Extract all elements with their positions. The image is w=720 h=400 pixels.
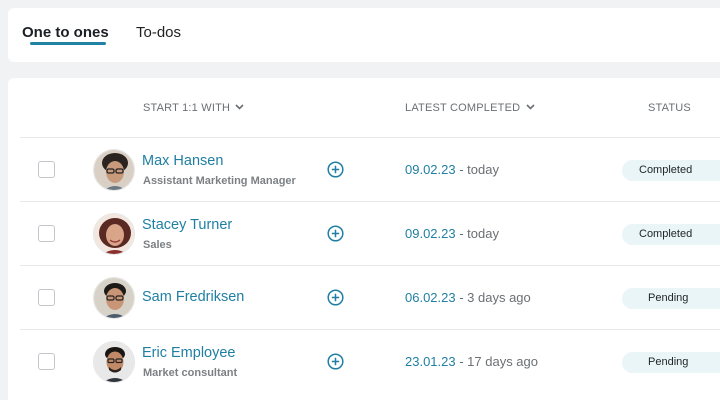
employee-role: Sales (143, 239, 172, 251)
avatar (93, 277, 135, 319)
employee-role: Market consultant (143, 367, 238, 379)
date-value: 23.01.23 (405, 354, 456, 369)
table-row: Max Hansen Assistant Marketing Manager 0… (20, 137, 720, 201)
column-header-start-with[interactable]: START 1:1 WITH (143, 102, 244, 114)
tab-one-to-ones[interactable]: One to ones (22, 24, 109, 41)
status-badge: Pending (622, 352, 720, 373)
date-relative: - today (455, 226, 499, 241)
tabs-bar: One to ones To-dos (8, 8, 720, 62)
tab-to-dos[interactable]: To-dos (136, 24, 181, 41)
one-to-ones-table: START 1:1 WITH LATEST COMPLETED STATUS M… (8, 78, 720, 400)
plus-circle-icon[interactable] (327, 161, 344, 178)
date-value: 06.02.23 (405, 290, 456, 305)
date-relative: - 17 days ago (455, 354, 538, 369)
row-checkbox[interactable] (38, 161, 55, 178)
status-badge: Completed (622, 160, 720, 181)
table-row: Eric Employee Market consultant 23.01.23… (20, 329, 720, 393)
row-checkbox[interactable] (38, 225, 55, 242)
date-value: 09.02.23 (405, 226, 456, 241)
table-row: Stacey Turner Sales 09.02.23 - today Com… (20, 201, 720, 265)
plus-circle-icon[interactable] (327, 289, 344, 306)
avatar (93, 213, 135, 255)
latest-completed-date: 09.02.23 - today (405, 162, 499, 177)
plus-circle-icon[interactable] (327, 353, 344, 370)
date-relative: - today (455, 162, 499, 177)
row-checkbox[interactable] (38, 289, 55, 306)
employee-name-link[interactable]: Sam Fredriksen (142, 289, 244, 305)
status-badge: Pending (622, 288, 720, 309)
date-relative: - 3 days ago (455, 290, 531, 305)
employee-role: Assistant Marketing Manager (143, 175, 296, 187)
chevron-down-icon (235, 104, 244, 110)
column-header-status: STATUS (648, 102, 691, 114)
latest-completed-date: 09.02.23 - today (405, 226, 499, 241)
chevron-down-icon (525, 104, 535, 110)
plus-circle-icon[interactable] (327, 225, 344, 242)
column-header-start-with-label: START 1:1 WITH (143, 102, 231, 114)
column-header-latest-completed-label: LATEST COMPLETED (405, 102, 521, 114)
latest-completed-date: 23.01.23 - 17 days ago (405, 354, 538, 369)
avatar (93, 149, 135, 191)
avatar (93, 341, 135, 383)
status-badge: Completed (622, 224, 720, 245)
employee-name-link[interactable]: Max Hansen (142, 153, 223, 169)
employee-name-link[interactable]: Eric Employee (142, 345, 235, 361)
employee-name-link[interactable]: Stacey Turner (142, 217, 232, 233)
table-row: Sam Fredriksen 06.02.23 - 3 days ago Pen… (20, 265, 720, 329)
column-header-latest-completed[interactable]: LATEST COMPLETED (405, 102, 535, 114)
row-checkbox[interactable] (38, 353, 55, 370)
date-value: 09.02.23 (405, 162, 456, 177)
active-tab-indicator (30, 42, 106, 45)
latest-completed-date: 06.02.23 - 3 days ago (405, 290, 531, 305)
